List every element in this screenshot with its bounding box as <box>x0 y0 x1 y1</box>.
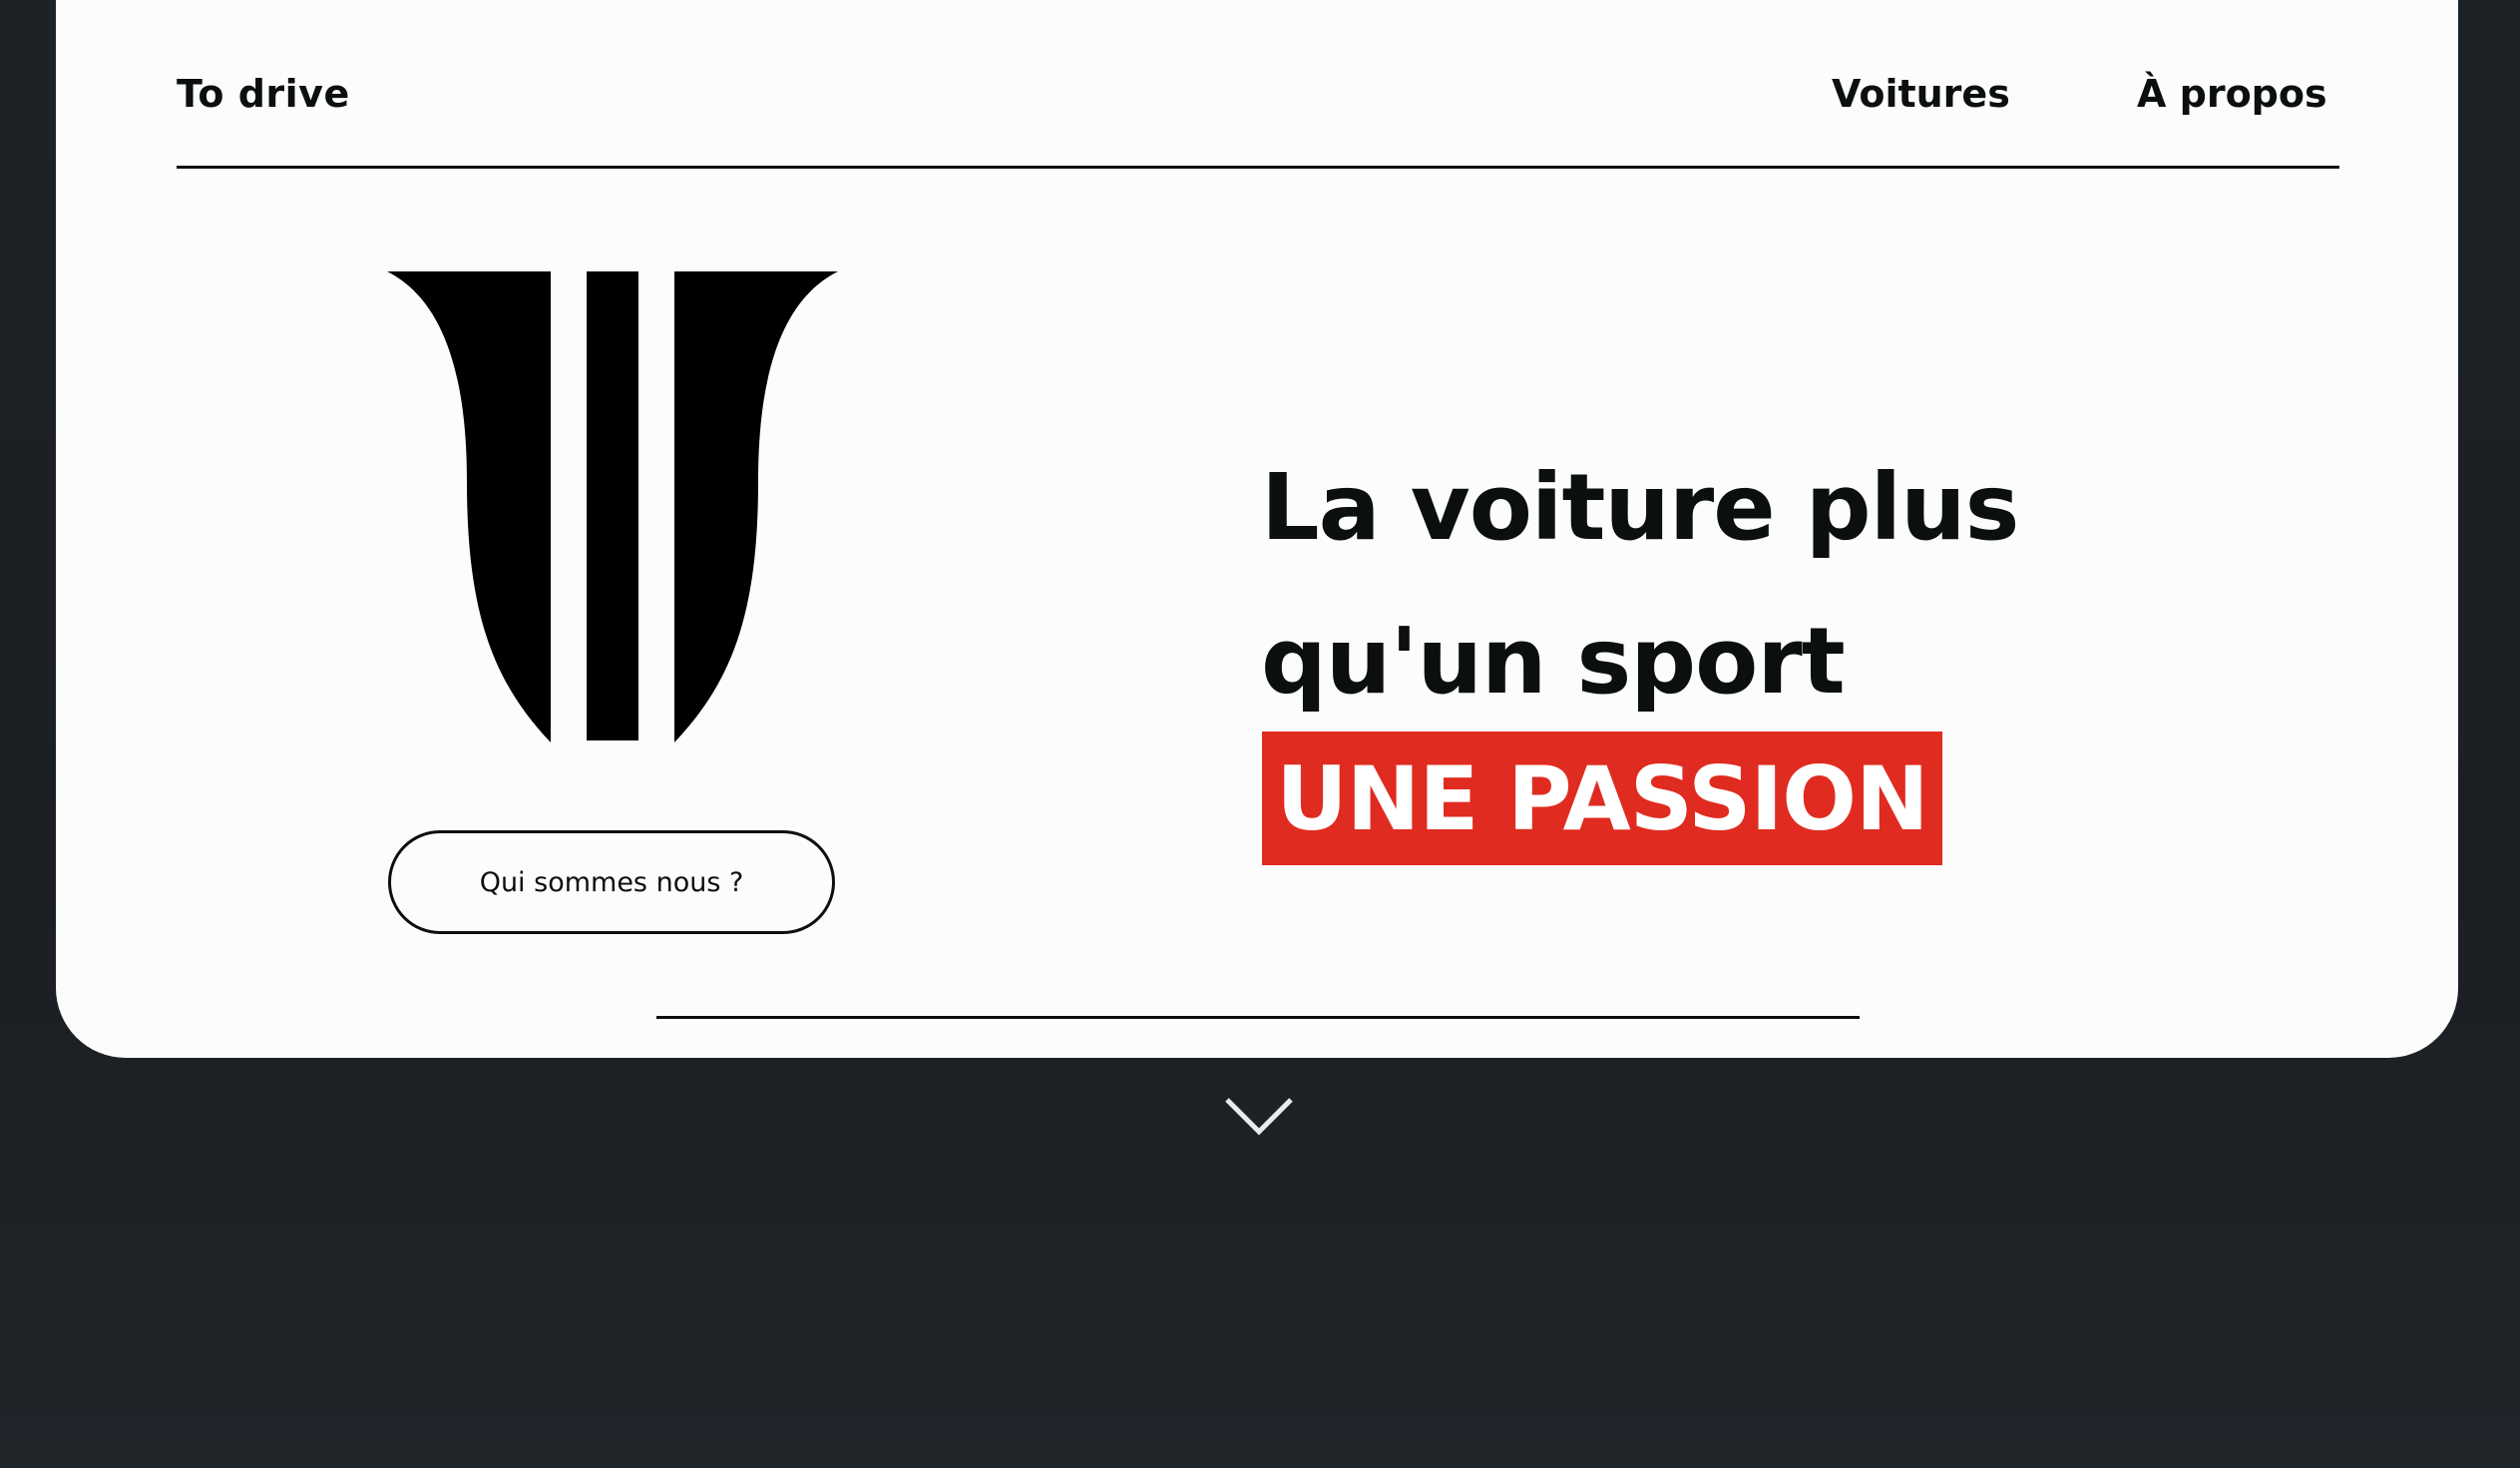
header-divider <box>177 166 2339 169</box>
brand-name[interactable]: To drive <box>177 72 350 116</box>
headline-line-2: qu'un sport <box>1261 608 1846 715</box>
headline-line-1: La voiture plus <box>1261 454 2019 561</box>
highlight-badge: UNE PASSION <box>1262 732 1942 865</box>
hero-card: To drive Voitures À propos Qui sommes no… <box>56 0 2458 1058</box>
about-us-button[interactable]: Qui sommes nous ? <box>388 830 835 934</box>
brand-logo <box>387 271 838 742</box>
logo-right-stem <box>674 271 838 742</box>
nav-link-a-propos[interactable]: À propos <box>2137 72 2327 116</box>
nav-link-voitures[interactable]: Voitures <box>1832 72 2010 116</box>
logo-left-stem <box>387 271 551 742</box>
highlight-text: UNE PASSION <box>1276 746 1928 850</box>
hero-headline: La voiture plus qu'un sport <box>1261 431 2019 738</box>
section-divider <box>656 1016 1860 1019</box>
chevron-down-icon[interactable] <box>1223 1096 1295 1140</box>
logo-center-bar <box>587 271 638 740</box>
